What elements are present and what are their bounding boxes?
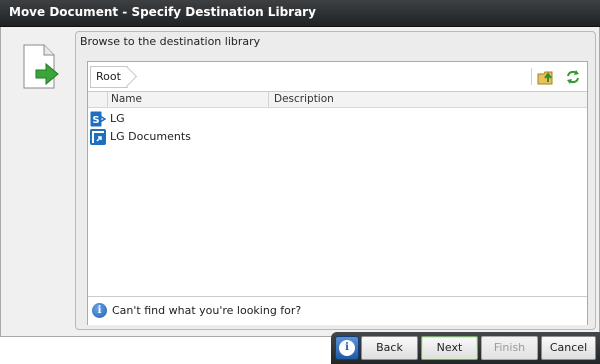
info-icon: i [92,303,107,318]
breadcrumb-root[interactable]: Root [90,66,128,88]
refresh-icon[interactable] [564,68,582,86]
column-header-row: Name Description [88,92,587,108]
dialog-titlebar: Move Document - Specify Destination Libr… [0,0,600,27]
list-item[interactable]: S LG [88,110,587,128]
browser-toolbar: Root [88,62,587,92]
sharepoint-site-icon: S [90,111,107,127]
list-item[interactable]: LG Documents [88,128,587,146]
wizard-button-bar: i Back Next Finish Cancel [331,332,600,364]
item-name: LG Documents [110,130,191,143]
move-document-icon [22,44,62,90]
svg-text:S: S [92,115,99,126]
dialog-title: Move Document - Specify Destination Libr… [9,5,316,19]
finish-button[interactable]: Finish [481,336,538,360]
column-divider [268,92,269,107]
document-library-icon [90,129,106,145]
item-name: LG [110,112,125,125]
browser-footer: i Can't find what you're looking for? [88,296,587,325]
up-folder-icon[interactable] [537,68,555,86]
breadcrumb-label: Root [96,70,121,83]
cant-find-link[interactable]: Can't find what you're looking for? [112,304,301,317]
toolbar-divider [531,68,532,85]
next-button[interactable]: Next [421,336,478,360]
help-button[interactable]: i [335,336,359,360]
help-info-icon: i [339,340,355,356]
column-divider [107,92,108,107]
back-button[interactable]: Back [361,336,418,360]
column-name[interactable]: Name [111,93,142,105]
cancel-button[interactable]: Cancel [541,336,596,360]
panel-header: Browse to the destination library [80,35,261,48]
column-description[interactable]: Description [274,93,334,105]
library-browser: Root Name Description S LG LG Documents … [87,61,588,325]
